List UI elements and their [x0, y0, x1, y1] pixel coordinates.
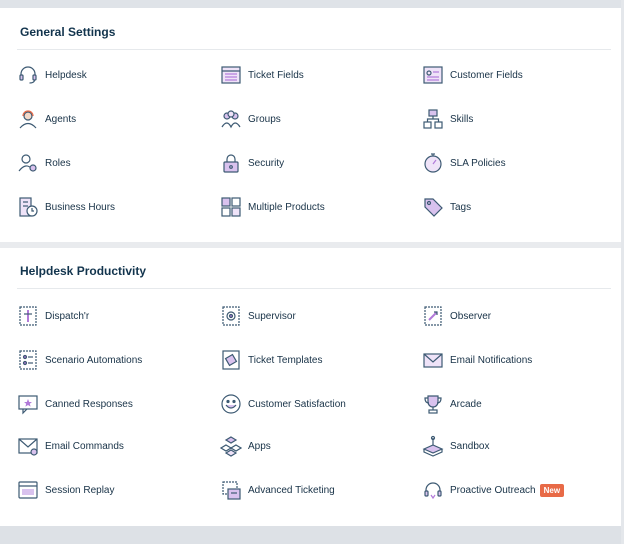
- agent-icon: [17, 108, 39, 130]
- item-label: Tags: [450, 201, 472, 213]
- trophy-icon: [422, 393, 444, 415]
- item-label: Roles: [45, 157, 71, 169]
- settings-item-groups[interactable]: Groups: [220, 107, 281, 131]
- skills-icon: [422, 108, 444, 130]
- settings-item-ticket-fields[interactable]: Ticket Fields: [220, 63, 304, 87]
- productivity-item-scenario-automations[interactable]: Scenario Automations: [17, 348, 142, 372]
- dispatcher-icon: [17, 305, 39, 327]
- proactive-outreach-icon: [422, 479, 444, 501]
- item-label: Session Replay: [45, 484, 115, 496]
- bottom-strip: [0, 526, 624, 544]
- supervisor-icon: [220, 305, 242, 327]
- apps-icon: [220, 435, 242, 457]
- productivity-item-email-notifications[interactable]: Email Notifications: [422, 348, 532, 372]
- general-settings-card: General Settings Helpdesk Ticket Fields …: [0, 8, 621, 242]
- productivity-item-canned-responses[interactable]: Canned Responses: [17, 392, 133, 416]
- productivity-item-ticket-templates[interactable]: Ticket Templates: [220, 348, 322, 372]
- customer-fields-icon: [422, 64, 444, 86]
- general-settings-title: General Settings: [20, 25, 116, 39]
- item-label: Security: [248, 157, 285, 169]
- headset-icon: [17, 64, 39, 86]
- item-label: Customer Fields: [450, 69, 523, 81]
- email-notifications-icon: [422, 349, 444, 371]
- advanced-ticketing-icon: [220, 479, 242, 501]
- settings-item-multiple-products[interactable]: Multiple Products: [220, 195, 325, 219]
- multiple-products-icon: [220, 196, 242, 218]
- settings-item-helpdesk[interactable]: Helpdesk: [17, 63, 87, 87]
- ticket-fields-icon: [220, 64, 242, 86]
- item-label: Supervisor: [248, 310, 296, 322]
- productivity-item-dispatcher[interactable]: Dispatch'r: [17, 304, 89, 328]
- item-label: Sandbox: [450, 440, 490, 452]
- productivity-item-sandbox[interactable]: Sandbox: [422, 434, 489, 458]
- stopwatch-icon: [422, 152, 444, 174]
- item-label: Dispatch'r: [45, 310, 90, 322]
- productivity-item-advanced-ticketing[interactable]: Advanced Ticketing: [220, 478, 335, 502]
- canned-responses-icon: [17, 393, 39, 415]
- business-hours-icon: [17, 196, 39, 218]
- scenario-automations-icon: [17, 349, 39, 371]
- top-strip: [0, 0, 624, 8]
- item-label: Email Commands: [45, 440, 124, 452]
- item-label: Arcade: [450, 398, 482, 410]
- settings-item-sla-policies[interactable]: SLA Policies: [422, 151, 506, 175]
- item-label: Proactive Outreach: [450, 484, 536, 496]
- helpdesk-productivity-title: Helpdesk Productivity: [20, 264, 147, 278]
- divider: [17, 288, 611, 289]
- productivity-item-observer[interactable]: Observer: [422, 304, 491, 328]
- productivity-item-supervisor[interactable]: Supervisor: [220, 304, 296, 328]
- settings-item-skills[interactable]: Skills: [422, 107, 473, 131]
- settings-item-tags[interactable]: Tags: [422, 195, 471, 219]
- observer-icon: [422, 305, 444, 327]
- groups-icon: [220, 108, 242, 130]
- settings-item-agents[interactable]: Agents: [17, 107, 76, 131]
- productivity-item-customer-satisfaction[interactable]: Customer Satisfaction: [220, 392, 346, 416]
- item-label: Apps: [248, 440, 271, 452]
- lock-icon: [220, 152, 242, 174]
- item-label: Advanced Ticketing: [248, 484, 335, 496]
- settings-item-security[interactable]: Security: [220, 151, 284, 175]
- item-label: Multiple Products: [248, 201, 325, 213]
- item-label: Customer Satisfaction: [248, 398, 346, 410]
- item-label: Groups: [248, 113, 281, 125]
- item-label: Scenario Automations: [45, 354, 143, 366]
- item-label: Ticket Fields: [248, 69, 304, 81]
- item-label: SLA Policies: [450, 157, 506, 169]
- divider: [17, 49, 611, 50]
- productivity-item-apps[interactable]: Apps: [220, 434, 271, 458]
- roles-icon: [17, 152, 39, 174]
- item-label: Agents: [45, 113, 77, 125]
- item-label: Email Notifications: [450, 354, 533, 366]
- productivity-item-proactive-outreach[interactable]: Proactive Outreach New: [422, 478, 565, 502]
- item-label: Business Hours: [45, 201, 116, 213]
- item-label: Observer: [450, 310, 492, 322]
- sandbox-icon: [422, 435, 444, 457]
- tags-icon: [422, 196, 444, 218]
- item-label: Helpdesk: [45, 69, 87, 81]
- session-replay-icon: [17, 479, 39, 501]
- settings-item-business-hours[interactable]: Business Hours: [17, 195, 115, 219]
- ticket-templates-icon: [220, 349, 242, 371]
- item-label: Skills: [450, 113, 474, 125]
- item-label: Canned Responses: [45, 398, 133, 410]
- helpdesk-productivity-card: Helpdesk Productivity Dispatch'r Supervi…: [0, 248, 621, 526]
- item-label: Ticket Templates: [248, 354, 323, 366]
- smiley-icon: [220, 393, 242, 415]
- email-commands-icon: [17, 435, 39, 457]
- productivity-item-email-commands[interactable]: Email Commands: [17, 434, 124, 458]
- new-badge: New: [539, 483, 565, 497]
- productivity-item-session-replay[interactable]: Session Replay: [17, 478, 114, 502]
- settings-item-roles[interactable]: Roles: [17, 151, 71, 175]
- settings-item-customer-fields[interactable]: Customer Fields: [422, 63, 523, 87]
- productivity-item-arcade[interactable]: Arcade: [422, 392, 482, 416]
